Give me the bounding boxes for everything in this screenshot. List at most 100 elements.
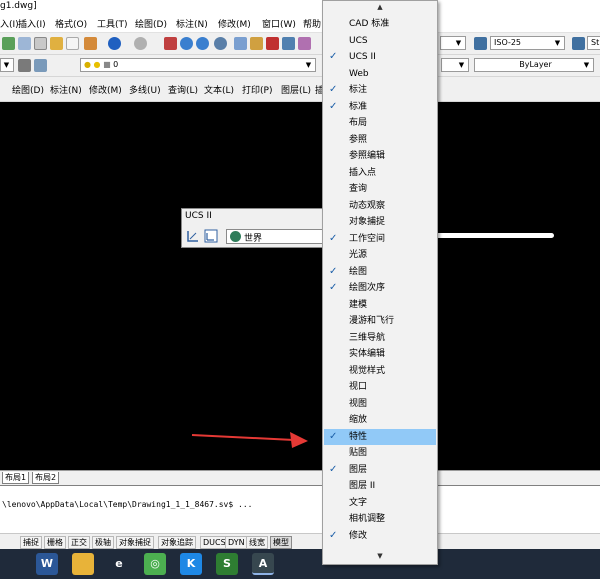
k-icon[interactable]: K (180, 553, 202, 575)
menu-item-toolbar[interactable]: 对象捕捉 (324, 214, 436, 230)
tab-layout1[interactable]: 布局1 (2, 472, 30, 484)
match-properties-icon[interactable] (84, 37, 97, 50)
word-icon[interactable]: W (36, 553, 58, 575)
tab-layout2[interactable]: 布局2 (32, 472, 60, 484)
print-icon[interactable] (18, 37, 31, 50)
dimstyle-combo[interactable]: ISO-25 ▼ (490, 36, 565, 50)
paste-icon[interactable] (50, 37, 63, 50)
design-center-icon[interactable] (250, 37, 263, 50)
menu2-item-inquiry[interactable]: 查询(L) (168, 83, 198, 96)
undo-icon[interactable] (108, 37, 121, 50)
menu-item-toolbar[interactable]: 建模 (324, 297, 436, 313)
pinwheel-icon[interactable] (2, 553, 24, 575)
menu-item-toolbar[interactable]: 实体编辑 (324, 346, 436, 362)
menu-item-toolbar[interactable]: ✓ 工作空间 (324, 231, 436, 247)
status-lineweight[interactable]: 线宽 (246, 536, 268, 549)
menu-item-toolbar[interactable]: 相机调整 (324, 511, 436, 527)
menu-item-toolbar[interactable]: ✓ 绘图 (324, 264, 436, 280)
menu-item-toolbar[interactable]: 布局 (324, 115, 436, 131)
menu-item-window[interactable]: 窗口(W) (262, 17, 296, 30)
menu-item-toolbar[interactable]: ✓ 图层 (324, 462, 436, 478)
status-grid[interactable]: 栅格 (44, 536, 66, 549)
color-combo[interactable]: ▼ (441, 58, 469, 72)
autocad-icon[interactable]: A (252, 553, 274, 575)
ucs-select-combo[interactable]: 世界 (226, 229, 326, 244)
menu-item-toolbar[interactable]: ✓ UCS II (324, 49, 436, 65)
menu-item-toolbar[interactable]: 缩放 (324, 412, 436, 428)
ucs-manager-icon[interactable] (204, 229, 218, 243)
ucs-toolbar-title-bar[interactable]: UCS II (182, 209, 327, 225)
pan-icon[interactable] (164, 37, 177, 50)
status-model[interactable]: 模型 (270, 536, 292, 549)
ucs-ii-toolbar[interactable]: UCS II 世界 (181, 208, 328, 248)
menu-item-toolbar[interactable]: CAD 标准 (324, 16, 436, 32)
menu-item-insert[interactable]: 插入(I) (18, 17, 46, 30)
status-osnap[interactable]: 对象捕捉 (116, 536, 154, 549)
menu-item-toolbar[interactable]: 参照编辑 (324, 148, 436, 164)
menu-item-toolbar[interactable]: 插入点 (324, 165, 436, 181)
menu2-item-mline[interactable]: 多线(U) (129, 83, 161, 96)
menu-item-toolbar[interactable]: 三维导航 (324, 330, 436, 346)
clipboard-icon[interactable] (66, 37, 79, 50)
menu-item-modify[interactable]: 修改(M) (218, 17, 251, 30)
s-icon[interactable]: S (216, 553, 238, 575)
layer-combo[interactable]: ● ● ■ 0 ▼ (80, 58, 316, 72)
zoom-window-icon[interactable] (196, 37, 209, 50)
text-style-combo[interactable]: ▼ (440, 36, 466, 50)
menu2-item-plot[interactable]: 打印(P) (242, 83, 272, 96)
edge-icon[interactable]: e (108, 553, 130, 575)
menu-item-format-partial[interactable]: 入(I) (0, 17, 19, 30)
copy-icon[interactable] (34, 37, 47, 50)
menu2-item-dimension[interactable]: 标注(N) (50, 83, 82, 96)
layer-manager-icon[interactable] (18, 59, 31, 72)
menu-item-toolbar[interactable]: 参照 (324, 132, 436, 148)
zoom-realtime-icon[interactable] (180, 37, 193, 50)
menu-item-toolbar[interactable]: ✓ 绘图次序 (324, 280, 436, 296)
menu-item-tools[interactable]: 工具(T) (97, 17, 128, 30)
menu-item-toolbar[interactable]: 光源 (324, 247, 436, 263)
menu-item-draw[interactable]: 绘图(D) (135, 17, 167, 30)
menu-item-toolbar[interactable]: 视觉样式 (324, 363, 436, 379)
menu-item-toolbar[interactable]: 漫游和飞行 (324, 313, 436, 329)
menu2-item-modify[interactable]: 修改(M) (89, 83, 122, 96)
menu-item-dimension[interactable]: 标注(N) (176, 17, 208, 30)
menu-item-toolbar[interactable]: 文字 (324, 495, 436, 511)
drawn-line[interactable] (436, 233, 554, 238)
status-ortho[interactable]: 正交 (68, 536, 90, 549)
menu-item-toolbar[interactable]: 视口 (324, 379, 436, 395)
menu-item-toolbar[interactable]: ✓ 标注 (324, 82, 436, 98)
status-polar[interactable]: 极轴 (92, 536, 114, 549)
menu2-item-layer[interactable]: 图层(L) (281, 83, 311, 96)
status-snap[interactable]: 捕捉 (20, 536, 42, 549)
table-style-combo[interactable]: St (587, 36, 600, 50)
menu-item-toolbar[interactable]: 贴图 (324, 445, 436, 461)
drawing-canvas[interactable] (0, 102, 600, 470)
workspace-combo[interactable]: ▼ (0, 58, 14, 72)
redo-icon[interactable] (134, 37, 147, 50)
ucs-axis-icon[interactable] (186, 229, 200, 243)
menu-item-toolbar[interactable]: UCS (324, 33, 436, 49)
folder-icon[interactable] (72, 553, 94, 575)
menu-scroll-down-icon[interactable]: ▼ (323, 552, 437, 560)
menu-item-toolbar[interactable]: ✓ 特性 (324, 428, 436, 445)
menu-item-toolbar[interactable]: ✓ 修改 (324, 528, 436, 544)
status-dyn[interactable]: DYN (225, 536, 248, 549)
menu2-item-draw[interactable]: 绘图(D) (12, 83, 44, 96)
green-circle-icon[interactable]: ◎ (144, 553, 166, 575)
zoom-previous-icon[interactable] (214, 37, 227, 50)
properties-icon[interactable] (234, 37, 247, 50)
menu-item-format[interactable]: 格式(O) (55, 17, 87, 30)
menu-item-toolbar[interactable]: 查询 (324, 181, 436, 197)
command-window[interactable]: \lenovo\AppData\Local\Temp\Drawing1_1_1_… (0, 485, 600, 534)
tool-palettes-icon[interactable] (266, 37, 279, 50)
layer-previous-icon[interactable] (34, 59, 47, 72)
sheet-set-icon[interactable] (282, 37, 295, 50)
markup-icon[interactable] (298, 37, 311, 50)
status-otrack[interactable]: 对象追踪 (158, 536, 196, 549)
menu-item-toolbar[interactable]: ✓ 标准 (324, 99, 436, 115)
menu-item-toolbar[interactable]: 视图 (324, 396, 436, 412)
menu-scroll-up-icon[interactable]: ▲ (323, 3, 437, 11)
menu-item-toolbar[interactable]: 图层 II (324, 478, 436, 494)
menu-item-toolbar[interactable]: Web (324, 66, 436, 82)
menu-item-toolbar[interactable]: 动态观察 (324, 198, 436, 214)
